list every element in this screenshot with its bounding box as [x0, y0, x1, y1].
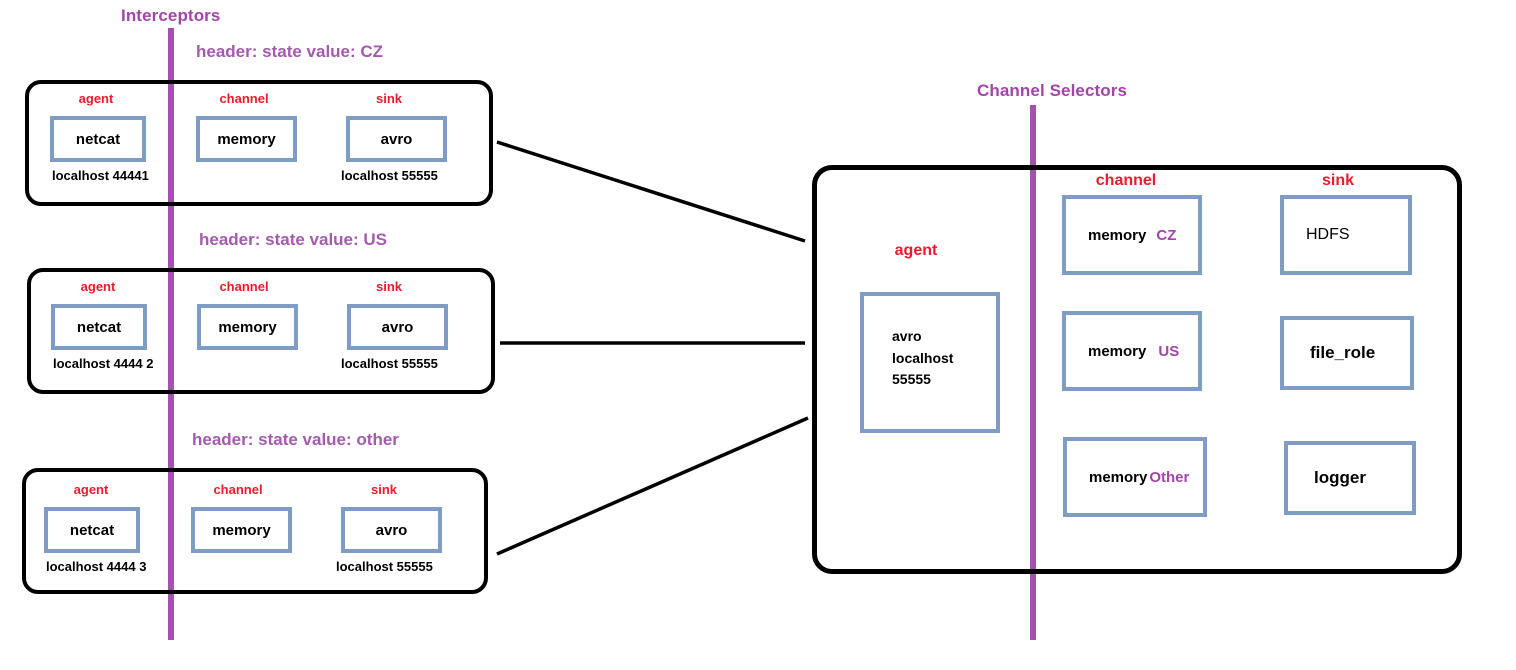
agent-3-sink-box[interactable]: avro	[341, 507, 442, 553]
agent-1-channel-label: channel	[219, 91, 269, 106]
collector-channel-cz-name: memory	[1088, 226, 1147, 244]
collector-channel-label: channel	[1095, 172, 1157, 189]
agent-1-sink-host: localhost 55555	[341, 168, 438, 183]
collector-channel-other-tag: Other	[1149, 468, 1190, 486]
collector-source-line3: 55555	[892, 371, 931, 388]
agent-2-channel-label: channel	[219, 279, 269, 294]
agent-2-channel-box[interactable]: memory	[197, 304, 298, 350]
collector-channel-box-other[interactable]: memory Other	[1063, 437, 1207, 517]
channel-selectors-title: Channel Selectors	[977, 81, 1128, 100]
collector-source-line2: localhost	[892, 349, 954, 366]
collector-agent-label: agent	[894, 242, 938, 259]
agent-1-source-host: localhost 44441	[52, 168, 149, 183]
agent-3-channel-box[interactable]: memory	[191, 507, 292, 553]
agent-3-source-host: localhost 4444 3	[46, 559, 147, 574]
agent-2-sink-box[interactable]: avro	[347, 304, 448, 350]
agent-1-agent-label: agent	[78, 91, 114, 106]
collector-channel-other-name: memory	[1089, 468, 1148, 486]
agent-3-header: header: state value: other	[192, 430, 399, 449]
agent-3-sink-host: localhost 55555	[336, 559, 433, 574]
agent-1-source-box[interactable]: netcat	[50, 116, 146, 162]
agent-2-source-box[interactable]: netcat	[51, 304, 147, 350]
collector-source-box[interactable]: avro localhost 55555	[860, 292, 1000, 433]
agent-2-header: header: state value: US	[199, 230, 388, 249]
collector-sink-box-hdfs[interactable]: HDFS	[1280, 195, 1412, 275]
collector-sink-box-logger[interactable]: logger	[1284, 441, 1416, 515]
agent-2-agent-label: agent	[80, 279, 116, 294]
collector-channel-cz-tag: CZ	[1156, 226, 1177, 244]
collector-channel-box-us[interactable]: memory US	[1062, 311, 1202, 391]
collector-channel-box-cz[interactable]: memory CZ	[1062, 195, 1202, 275]
agent-2-sink-label: sink	[375, 279, 402, 294]
agent-1-channel-box[interactable]: memory	[196, 116, 297, 162]
agent-1-sink-label: sink	[375, 91, 402, 106]
agent-3-sink-label: sink	[370, 482, 397, 497]
agent-1-sink-box[interactable]: avro	[346, 116, 447, 162]
collector-channel-us-tag: US	[1158, 342, 1180, 360]
agent-3-agent-label: agent	[73, 482, 109, 497]
interceptors-title: Interceptors	[121, 6, 221, 25]
agent-2-source-host: localhost 4444 2	[53, 356, 154, 371]
agent-2-sink-host: localhost 55555	[341, 356, 438, 371]
collector-sink-box-file-role[interactable]: file_role	[1280, 316, 1414, 390]
collector-sink-label: sink	[1321, 172, 1354, 189]
diagram-canvas: Interceptors Channel Selectors header: s…	[0, 0, 1516, 670]
agent-3-source-box[interactable]: netcat	[44, 507, 140, 553]
collector-channel-us-name: memory	[1088, 342, 1147, 360]
agent-1-header: header: state value: CZ	[196, 42, 384, 61]
collector-source-line1: avro	[892, 328, 922, 344]
agent-3-channel-label: channel	[213, 482, 263, 497]
